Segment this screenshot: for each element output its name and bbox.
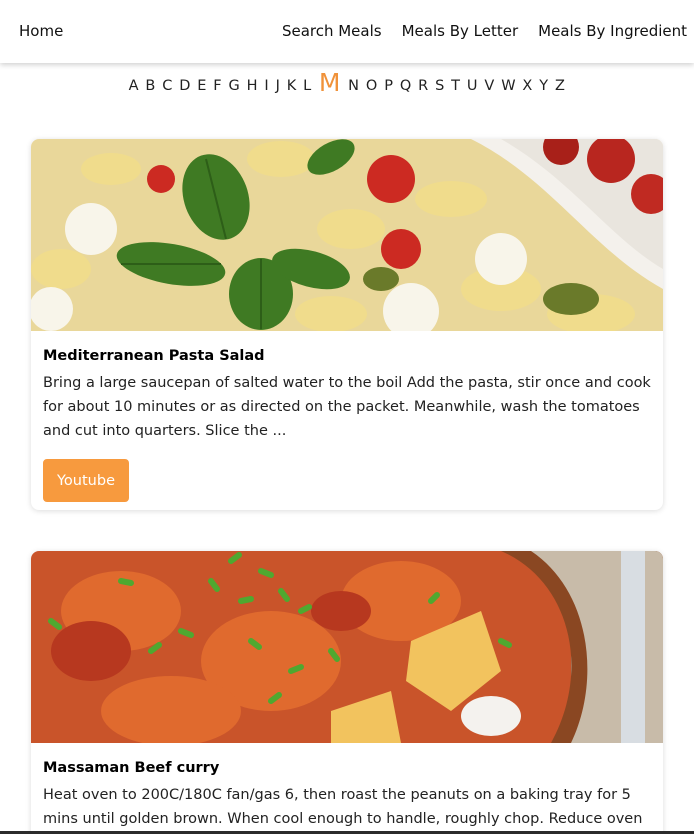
letter-n-link[interactable]: N xyxy=(345,76,363,96)
letter-filter-bar: ABCDEFGHIJKLMNOPQRSTUVWXYZ xyxy=(0,70,694,96)
nav-home-link[interactable]: Home xyxy=(19,22,63,40)
letter-g-link[interactable]: G xyxy=(225,76,243,96)
letter-r-link[interactable]: R xyxy=(415,76,432,96)
letter-m-link[interactable]: M xyxy=(315,70,345,96)
nav-meals-by-letter-link[interactable]: Meals By Letter xyxy=(402,22,519,40)
letter-q-link[interactable]: Q xyxy=(397,76,415,96)
meal-card: Mediterranean Pasta Salad Bring a large … xyxy=(31,139,663,510)
meal-image xyxy=(31,139,663,331)
letter-z-link[interactable]: Z xyxy=(552,76,569,96)
letter-w-link[interactable]: W xyxy=(498,76,519,96)
letter-a-link[interactable]: A xyxy=(125,76,142,96)
letter-d-link[interactable]: D xyxy=(176,76,194,96)
letter-e-link[interactable]: E xyxy=(194,76,210,96)
letter-s-link[interactable]: S xyxy=(432,76,448,96)
meal-card-body: Mediterranean Pasta Salad Bring a large … xyxy=(31,331,663,502)
youtube-button[interactable]: Youtube xyxy=(43,459,129,502)
meal-card-body: Massaman Beef curry Heat oven to 200C/18… xyxy=(31,743,663,834)
nav-search-meals-link[interactable]: Search Meals xyxy=(282,22,382,40)
meal-title: Mediterranean Pasta Salad xyxy=(43,348,265,364)
letter-x-link[interactable]: X xyxy=(519,76,536,96)
letter-l-link[interactable]: L xyxy=(300,76,315,96)
letter-p-link[interactable]: P xyxy=(381,76,397,96)
nav-links: Search Meals Meals By Letter Meals By In… xyxy=(282,22,687,40)
letter-f-link[interactable]: F xyxy=(210,76,225,96)
nav-meals-by-ingredient-link[interactable]: Meals By Ingredient xyxy=(538,22,687,40)
meal-description: Heat oven to 200C/180C fan/gas 6, then r… xyxy=(43,787,643,827)
letter-u-link[interactable]: U xyxy=(464,76,482,96)
letter-j-link[interactable]: J xyxy=(272,76,283,96)
letter-h-link[interactable]: H xyxy=(243,76,261,96)
letter-b-link[interactable]: B xyxy=(142,76,159,96)
meal-image xyxy=(31,551,663,743)
letter-k-link[interactable]: K xyxy=(284,76,300,96)
top-navbar: Home Search Meals Meals By Letter Meals … xyxy=(0,0,694,63)
letter-y-link[interactable]: Y xyxy=(536,76,552,96)
meal-card: Massaman Beef curry Heat oven to 200C/18… xyxy=(31,551,663,834)
letter-i-link[interactable]: I xyxy=(261,76,272,96)
meal-description: Bring a large saucepan of salted water t… xyxy=(43,375,651,439)
letter-v-link[interactable]: V xyxy=(481,76,498,96)
letter-o-link[interactable]: O xyxy=(363,76,381,96)
letter-t-link[interactable]: T xyxy=(448,76,464,96)
meal-title: Massaman Beef curry xyxy=(43,760,220,776)
letter-c-link[interactable]: C xyxy=(159,76,176,96)
